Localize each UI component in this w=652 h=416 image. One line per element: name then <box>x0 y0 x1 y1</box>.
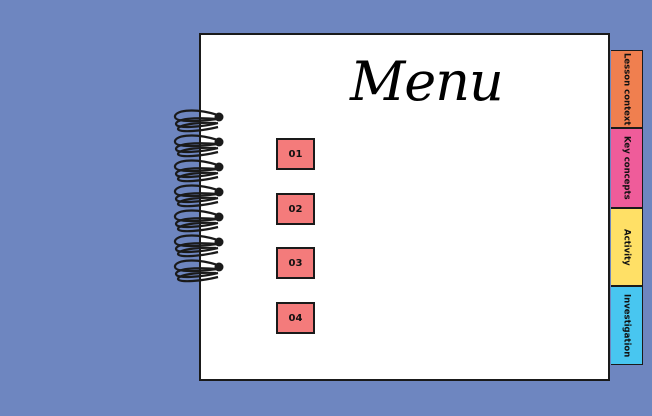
menu-button-04[interactable]: 04 <box>276 302 315 334</box>
menu-button-02[interactable]: 02 <box>276 193 315 225</box>
menu-button-01[interactable]: 01 <box>276 138 315 170</box>
tab-label: Investigation <box>621 293 632 358</box>
tab-lesson-context[interactable]: Lesson context <box>611 50 643 128</box>
spiral-binding-icon <box>173 109 224 283</box>
page-title: Menu <box>350 50 504 113</box>
tab-key-concepts[interactable]: Key concepts <box>611 128 643 208</box>
tab-investigation[interactable]: Investigation <box>611 286 643 365</box>
tab-label: Key concepts <box>621 136 632 200</box>
tab-activity[interactable]: Activity <box>611 208 643 286</box>
tab-label: Activity <box>621 228 632 266</box>
menu-button-03[interactable]: 03 <box>276 247 315 279</box>
tab-label: Lesson context <box>621 52 632 126</box>
